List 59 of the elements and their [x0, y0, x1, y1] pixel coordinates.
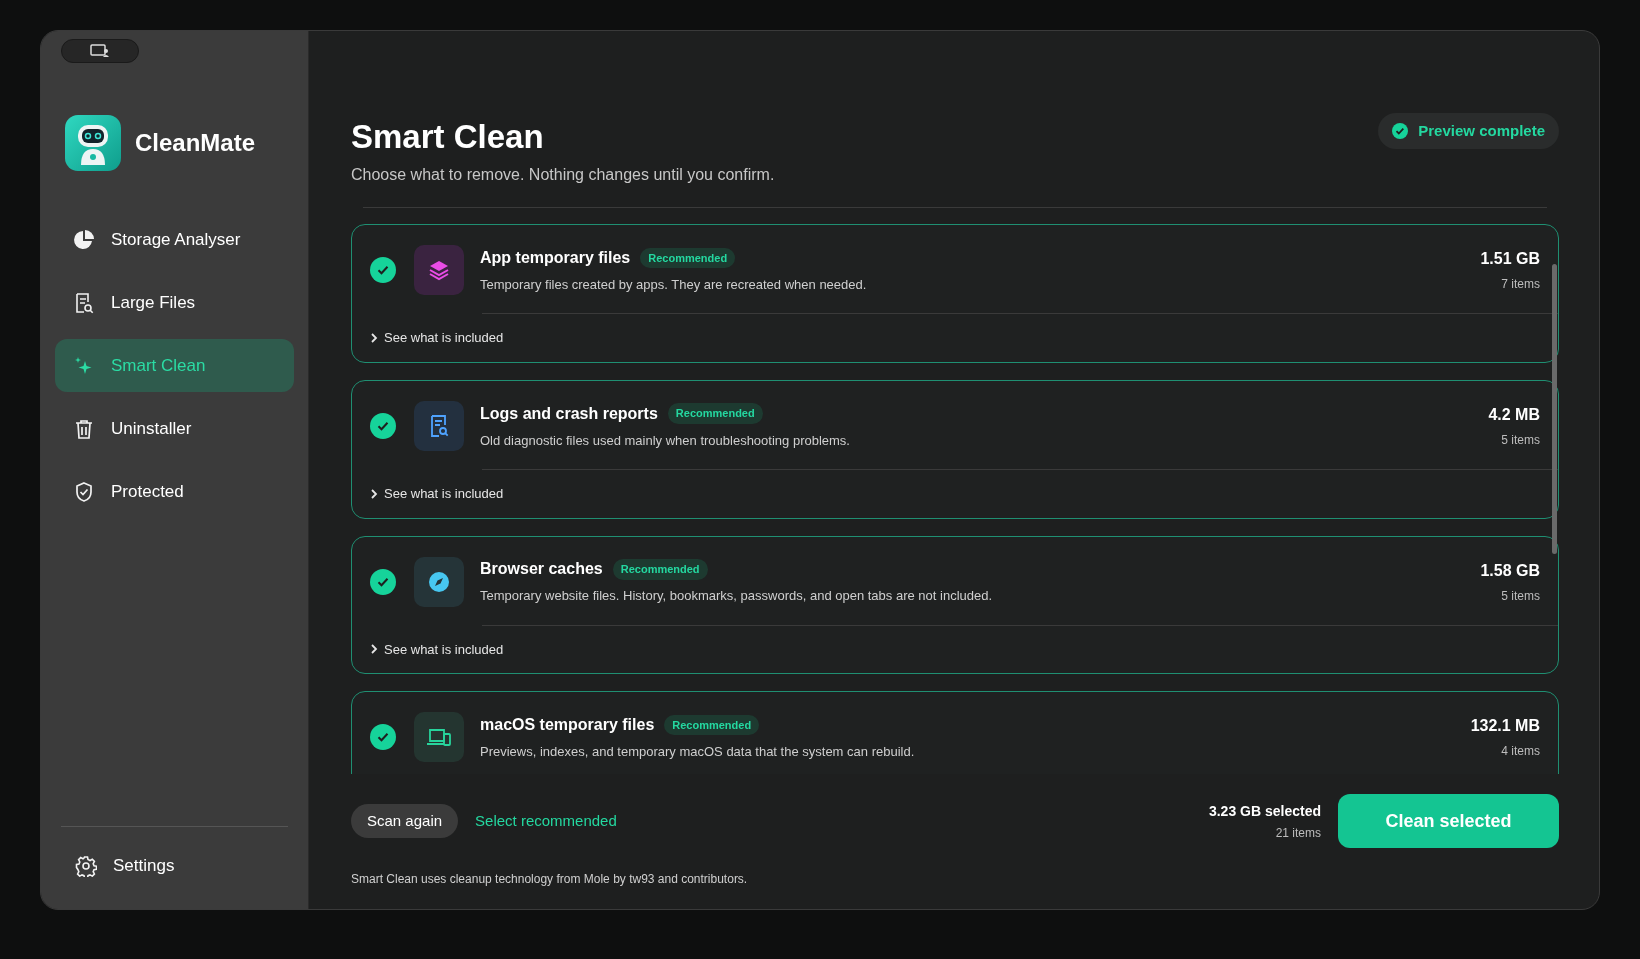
chevron-icon: [370, 644, 378, 655]
credit-text: Smart Clean uses cleanup technology from Mole by tw93 and contributors.: [351, 871, 749, 888]
select-recommended-link[interactable]: Select recommended: [475, 809, 617, 833]
compass-icon: [427, 569, 451, 594]
item-count: 4 items: [1501, 743, 1540, 761]
category-size: 132.1 MB: [1470, 716, 1540, 737]
item-count: 5 items: [1501, 431, 1540, 449]
category-size: 4.2 MB: [1488, 404, 1540, 425]
recommended-badge: Recommended: [612, 559, 708, 580]
app-name: CleanMate: [135, 128, 256, 158]
sidebar-item[interactable]: Smart Clean: [55, 339, 294, 392]
display-toggle-button[interactable]: [61, 39, 139, 63]
selected-size: 3.23 GB selected: [1208, 801, 1321, 821]
robot-logo-icon: [65, 115, 121, 171]
category-title: App temporary files: [480, 247, 631, 268]
checkbox[interactable]: [370, 724, 396, 751]
see-included-link[interactable]: See what is included: [370, 328, 504, 348]
see-included-link[interactable]: See what is included: [370, 483, 504, 504]
document-search-icon: [73, 291, 95, 314]
sidebar-item[interactable]: Uninstaller: [55, 402, 294, 455]
page-title: Smart Clean: [351, 117, 545, 157]
category-description: Temporary website files. History, bookmarks, passwords, and open tabs are not included.: [480, 587, 994, 606]
recommended-badge: Recommended: [640, 247, 736, 268]
settings-link[interactable]: Settings: [61, 841, 288, 891]
laptop-phone-icon: [426, 726, 452, 749]
checkmark-icon: [376, 263, 390, 277]
chevron-icon: [370, 332, 378, 343]
pie-chart-icon: [73, 228, 95, 251]
chevron-icon: [370, 488, 378, 499]
see-included-link[interactable]: See what is included: [370, 639, 504, 659]
category-description: Previews, indexes, and temporary macOS data that the system can rebuild.: [480, 743, 916, 761]
checkbox[interactable]: [370, 412, 396, 439]
sidebar-item[interactable]: Protected: [55, 465, 294, 518]
sidebar-item[interactable]: Storage Analyser: [55, 213, 294, 266]
category-title: Logs and crash reports: [480, 403, 658, 424]
recommended-badge: Recommended: [667, 403, 763, 424]
settings-icon: [75, 855, 97, 877]
checkmark-icon: [376, 730, 390, 745]
category-description: Old diagnostic files used mainly when troubleshooting problems.: [480, 431, 851, 450]
checkbox[interactable]: [370, 568, 396, 595]
selected-count: 21 items: [1275, 824, 1321, 842]
checkbox[interactable]: [370, 257, 396, 283]
item-count: 7 items: [1501, 276, 1540, 293]
layers-icon: [427, 258, 451, 282]
category-title: macOS temporary files: [480, 715, 655, 735]
trash-icon: [73, 417, 95, 440]
check-circle-icon: [1392, 123, 1409, 139]
status-pill: Preview complete: [1378, 113, 1559, 149]
screen-user-icon: [90, 44, 110, 58]
category-size: 1.58 GB: [1480, 560, 1540, 581]
scan-again-button[interactable]: Scan again: [351, 804, 459, 838]
recommended-badge: Recommended: [664, 714, 760, 736]
category-description: Temporary files created by apps. They are recreated when needed.: [480, 275, 868, 294]
item-count: 5 items: [1501, 587, 1540, 605]
category-size: 1.51 GB: [1480, 249, 1540, 269]
sidebar-item[interactable]: Large Files: [55, 276, 294, 329]
page-subtitle: Choose what to remove. Nothing changes until you confirm.: [351, 165, 775, 185]
category-title: Browser caches: [480, 559, 603, 580]
shield-check-icon: [73, 480, 95, 503]
